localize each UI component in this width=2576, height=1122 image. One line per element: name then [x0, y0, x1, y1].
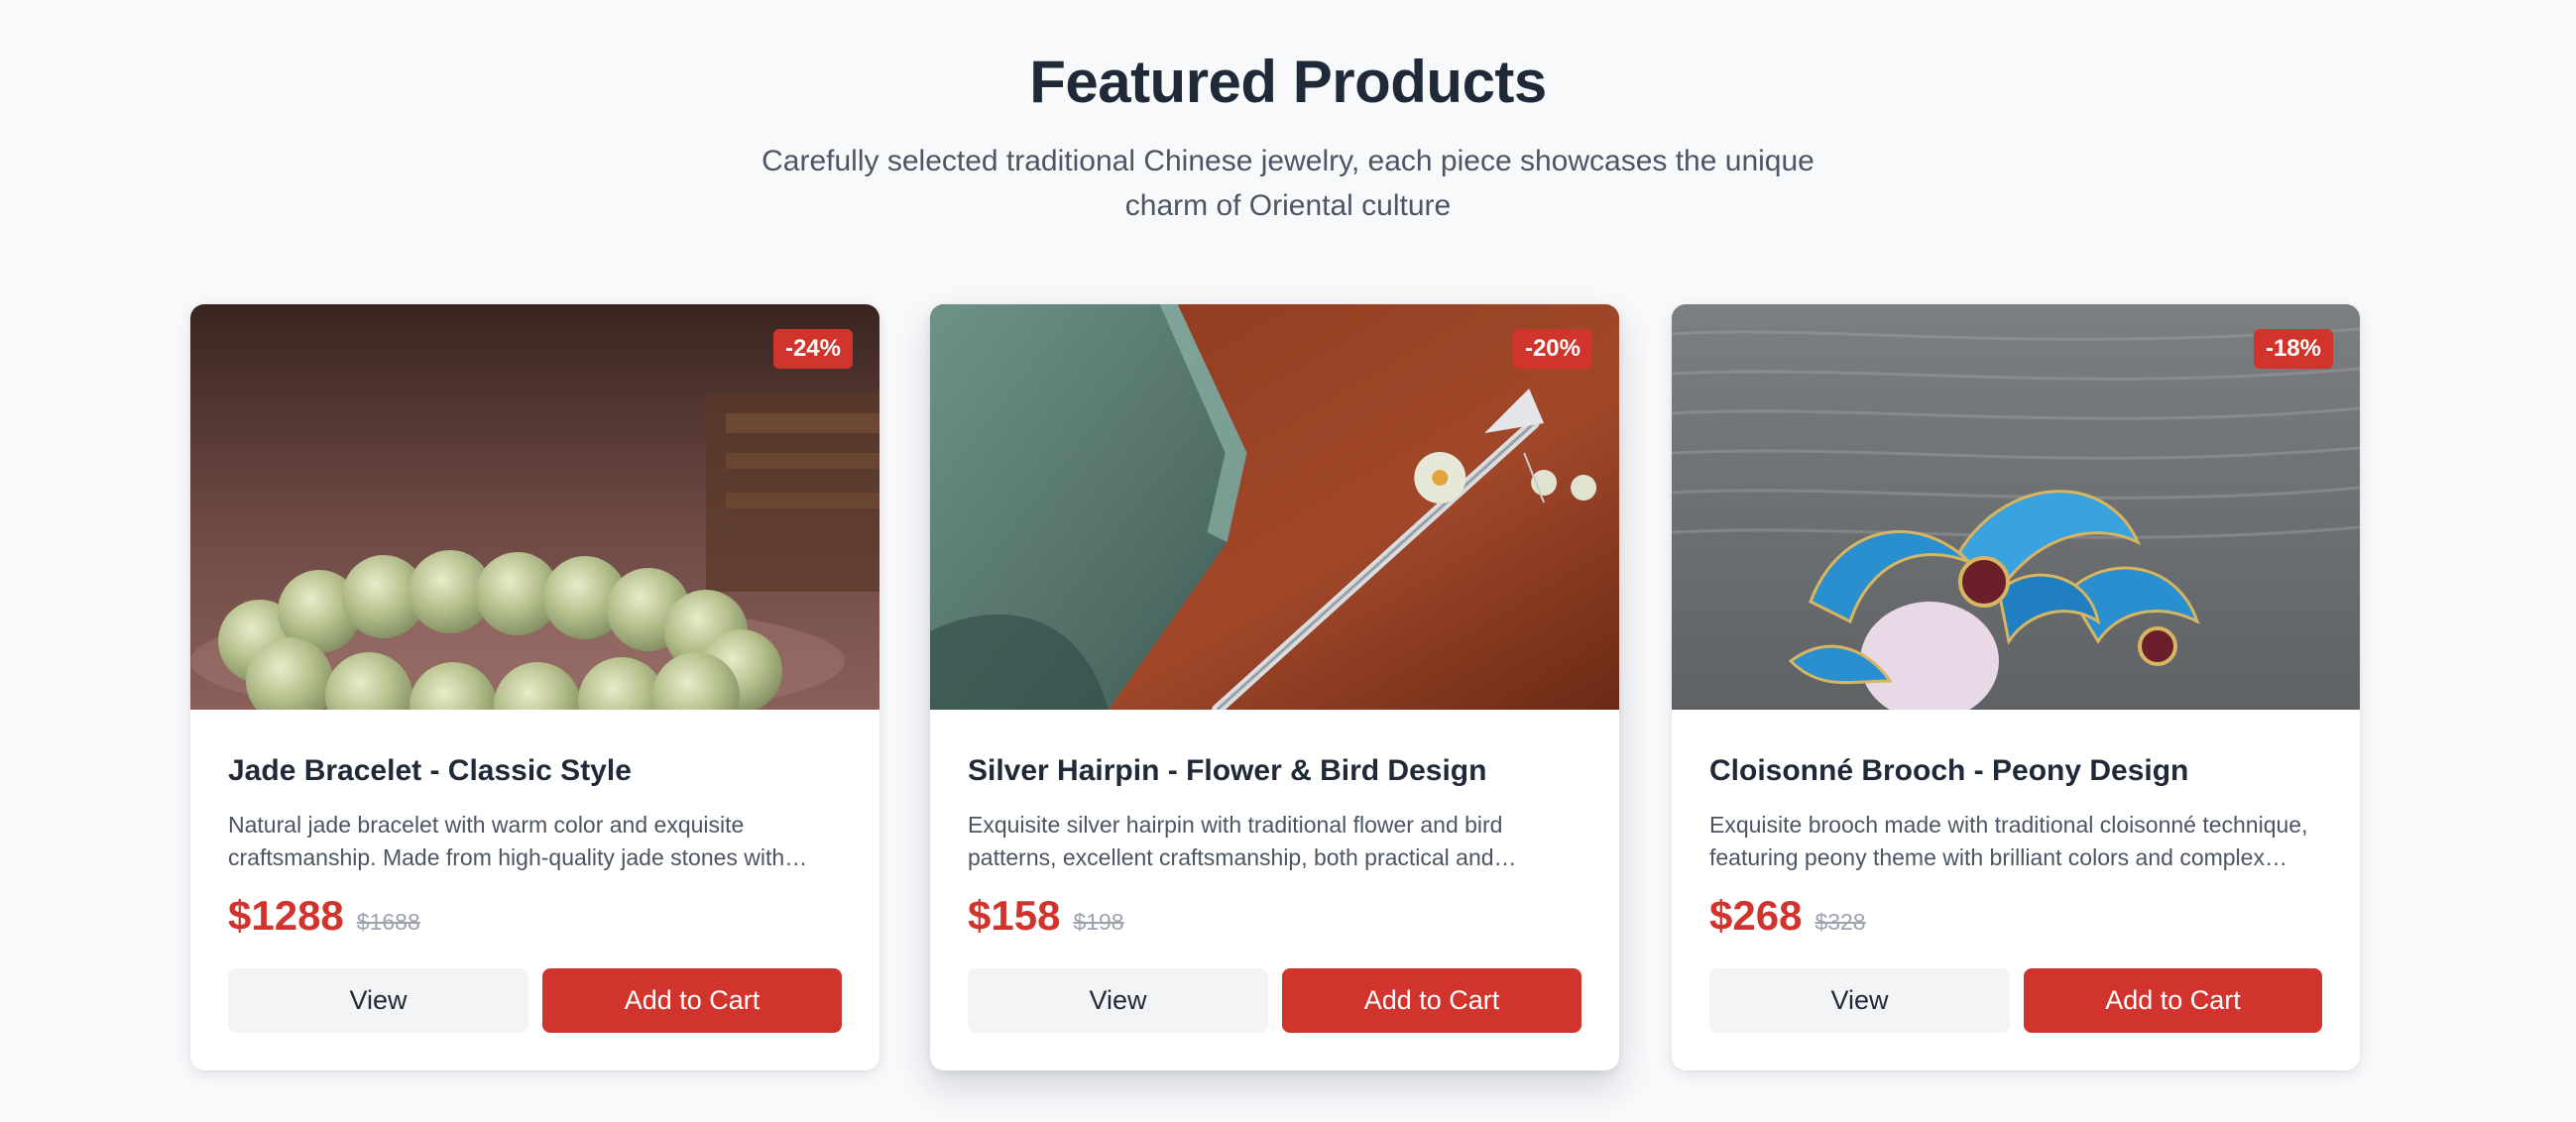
section-title: Featured Products	[1029, 49, 1547, 115]
product-image-silver-hairpin[interactable]: -20%	[930, 304, 1619, 710]
original-price: $1688	[356, 909, 420, 935]
discount-badge: -24%	[772, 329, 853, 369]
current-price: $1288	[228, 892, 344, 939]
product-image-jade-bracelet[interactable]: -24%	[190, 304, 879, 710]
featured-products-section: Featured Products Carefully selected tra…	[0, 0, 2576, 1122]
view-button[interactable]: View	[228, 968, 528, 1033]
add-to-cart-button[interactable]: Add to Cart	[542, 968, 842, 1033]
product-title[interactable]: Silver Hairpin - Flower & Bird Design	[968, 752, 1581, 790]
add-to-cart-button[interactable]: Add to Cart	[2024, 968, 2322, 1033]
product-card[interactable]: -24% Jade Bracelet - Classic Style Natur…	[190, 304, 879, 1070]
product-card[interactable]: -18% Cloisonné Brooch - Peony Design Exq…	[1672, 304, 2360, 1070]
view-button[interactable]: View	[1709, 968, 2010, 1033]
product-image-cloisonne-brooch[interactable]: -18%	[1672, 304, 2360, 710]
product-description: Exquisite silver hairpin with traditiona…	[968, 812, 1517, 870]
price-row: $158 $198	[968, 892, 1124, 940]
discount-badge: -20%	[1512, 329, 1592, 369]
original-price: $328	[1815, 909, 1866, 935]
product-title[interactable]: Cloisonné Brooch - Peony Design	[1709, 752, 2322, 790]
price-row: $1288 $1688	[228, 892, 420, 940]
price-row: $268 $328	[1709, 892, 1866, 940]
product-description: Exquisite brooch made with traditional c…	[1709, 812, 2308, 870]
product-description: Natural jade bracelet with warm color an…	[228, 812, 808, 870]
current-price: $268	[1709, 892, 1803, 939]
section-subtitle: Carefully selected traditional Chinese j…	[761, 145, 1815, 222]
current-price: $158	[968, 892, 1061, 939]
product-card[interactable]: -20% Silver Hairpin - Flower & Bird Desi…	[930, 304, 1619, 1070]
view-button[interactable]: View	[968, 968, 1268, 1033]
add-to-cart-button[interactable]: Add to Cart	[1282, 968, 1581, 1033]
discount-badge: -18%	[2253, 329, 2333, 369]
original-price: $198	[1073, 909, 1124, 935]
product-title[interactable]: Jade Bracelet - Classic Style	[228, 752, 842, 790]
